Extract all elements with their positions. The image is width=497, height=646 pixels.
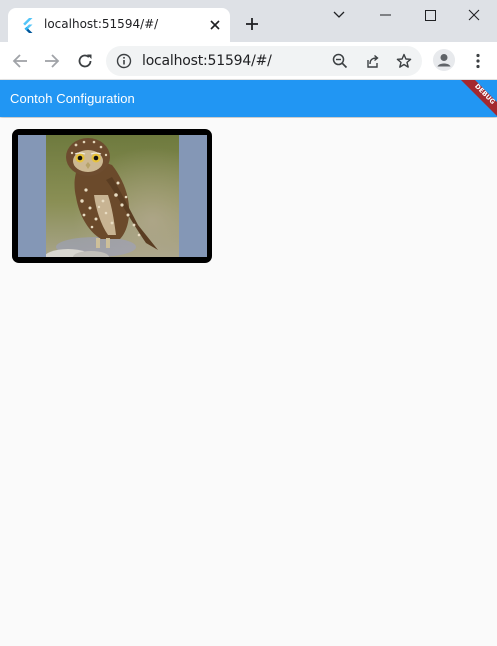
close-icon	[468, 9, 480, 21]
arrow-left-icon	[12, 54, 27, 68]
tab-title: localhost:51594/#/	[44, 17, 159, 31]
tab-search-button[interactable]	[316, 0, 362, 30]
browser-tab[interactable]: localhost:51594/#/	[8, 8, 230, 42]
address-bar[interactable]: localhost:51594/#/	[106, 46, 422, 76]
owl-image	[46, 135, 179, 257]
minimize-button[interactable]	[362, 0, 408, 30]
maximize-button[interactable]	[407, 0, 453, 30]
reload-icon	[78, 54, 92, 68]
browser-tabstrip: localhost:51594/#/	[0, 0, 497, 42]
image-card	[12, 129, 212, 263]
info-icon[interactable]	[116, 53, 132, 69]
app-title: Contoh Configuration	[10, 91, 135, 106]
image-container	[18, 135, 207, 257]
url-text[interactable]: localhost:51594/#/	[142, 53, 272, 69]
zoom-icon[interactable]	[330, 51, 350, 71]
star-icon[interactable]	[394, 51, 414, 71]
maximize-icon	[424, 9, 436, 21]
minimize-icon	[379, 14, 391, 16]
profile-icon[interactable]	[433, 49, 455, 71]
browser-toolbar: localhost:51594/#/	[0, 42, 497, 80]
new-tab-button[interactable]	[240, 12, 264, 36]
flutter-icon	[20, 17, 36, 33]
back-button[interactable]	[6, 47, 34, 75]
close-tab-icon[interactable]	[206, 16, 224, 34]
page-body	[0, 118, 497, 646]
plus-icon	[246, 18, 258, 30]
debug-banner: DEBUG	[456, 80, 497, 116]
forward-button[interactable]	[38, 47, 66, 75]
menu-icon[interactable]	[468, 51, 488, 71]
reload-button[interactable]	[71, 47, 99, 75]
close-window-button[interactable]	[451, 0, 497, 30]
app-bar: Contoh Configuration DEBUG	[0, 80, 497, 117]
share-icon[interactable]	[362, 51, 382, 71]
arrow-right-icon	[45, 54, 60, 68]
chevron-down-icon	[333, 11, 345, 18]
